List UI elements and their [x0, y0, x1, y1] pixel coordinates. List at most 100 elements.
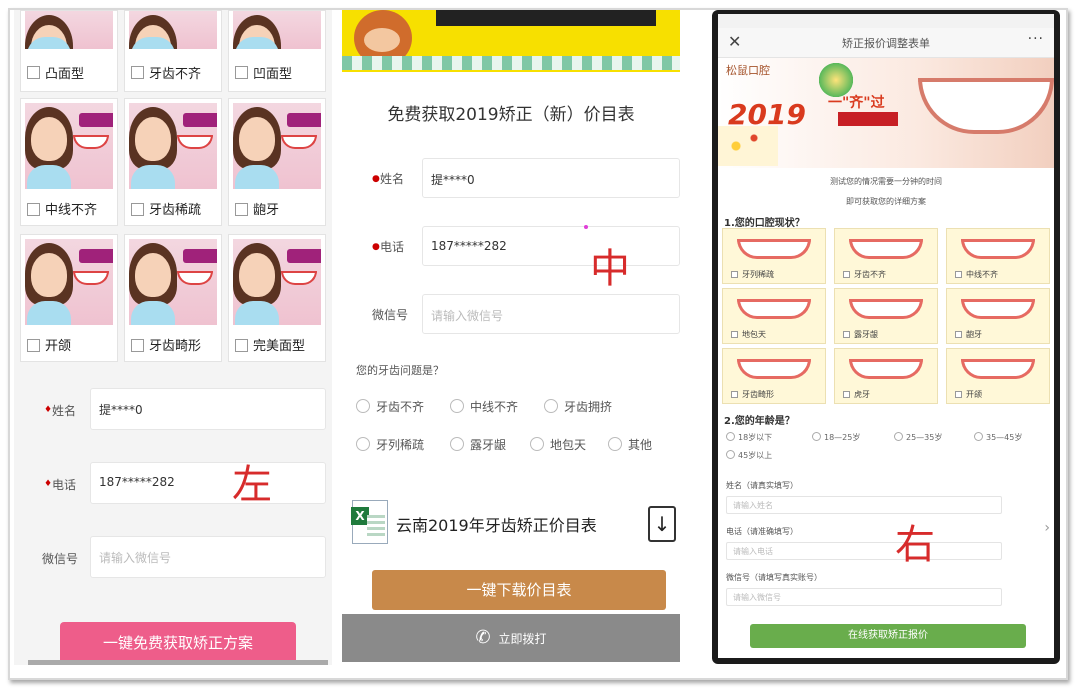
more-icon[interactable]: ···	[1028, 31, 1044, 47]
condition-checkbox[interactable]	[131, 66, 144, 79]
wechat-row: 微信号 请输入微信号	[14, 536, 332, 580]
condition-checkbox[interactable]	[235, 339, 248, 352]
age-radio[interactable]: 25—35岁	[894, 432, 942, 443]
required-mark: ●	[372, 174, 380, 184]
condition-card[interactable]: 虎牙	[834, 348, 938, 404]
condition-card[interactable]: 地包天	[722, 288, 826, 344]
phone-label: 电话（请准确填写）	[726, 527, 798, 536]
age-radio[interactable]: 35—45岁	[974, 432, 1022, 443]
condition-image	[233, 239, 321, 325]
chevron-right-icon[interactable]: ›	[1044, 520, 1050, 536]
option-radio[interactable]: 牙齿拥挤	[544, 398, 612, 415]
phone-label: 电话	[380, 240, 405, 254]
nav-title: 矫正报价调整表单	[842, 37, 930, 50]
condition-card[interactable]: 牙齿稀疏	[124, 98, 222, 226]
name-input[interactable]: 提****0	[422, 158, 680, 198]
phone-screen: ✕ 矫正报价调整表单 ··· 松鼠口腔 2019 一"齐"过 测试您的情况需要一…	[718, 14, 1054, 658]
option-radio[interactable]: 牙列稀疏	[356, 436, 424, 453]
required-mark: ♦	[44, 479, 53, 489]
condition-image	[233, 103, 321, 189]
get-plan-button[interactable]: 一键免费获取矫正方案	[60, 622, 296, 664]
wechat-label: 微信号（请填写真实账号）	[726, 573, 822, 582]
condition-image	[129, 239, 217, 325]
condition-label: 牙齿不齐	[149, 67, 202, 82]
condition-card[interactable]: 露牙龈	[834, 288, 938, 344]
condition-checkbox[interactable]	[131, 339, 144, 352]
call-now-bar[interactable]: ✆ 立即拨打	[342, 614, 680, 662]
file-title: 云南2019年牙齿矫正价目表	[396, 516, 597, 535]
option-radio[interactable]: 中线不齐	[450, 398, 518, 415]
download-price-list-button[interactable]: 一键下载价目表	[372, 570, 666, 610]
condition-card[interactable]: 牙齿不齐	[834, 228, 938, 284]
condition-card[interactable]: 龅牙	[228, 98, 326, 226]
name-label: 姓名（请真实填写）	[726, 481, 798, 490]
condition-card[interactable]: 凸面型	[20, 10, 118, 92]
hero-slogan: 一"齐"过	[828, 95, 885, 111]
condition-image	[129, 103, 217, 189]
wechat-input[interactable]: 请输入微信号	[422, 294, 680, 334]
condition-card[interactable]: 牙齿不齐	[124, 10, 222, 92]
phone-input[interactable]: 请输入电话	[726, 542, 1002, 560]
age-radio[interactable]: 45岁以上	[726, 450, 772, 461]
condition-card[interactable]: 中线不齐	[20, 98, 118, 226]
name-input[interactable]: 提****0	[90, 388, 326, 430]
wechat-label: 微信号	[372, 308, 409, 322]
condition-checkbox[interactable]	[27, 339, 40, 352]
phone-input[interactable]: 187*****282	[422, 226, 680, 266]
condition-card[interactable]: 龅牙	[946, 288, 1050, 344]
left-panel: 凸面型 牙齿不齐 凹面型 中线不齐 牙齿稀疏 龅牙 开颌 牙齿畸形 完美面型 ♦…	[14, 10, 332, 665]
condition-checkbox[interactable]	[131, 203, 144, 216]
condition-label: 牙齿稀疏	[149, 203, 202, 218]
age-radio[interactable]: 18—25岁	[812, 432, 860, 443]
option-radio[interactable]: 露牙龈	[450, 436, 506, 453]
middle-panel: 免费获取2019矫正（新）价目表 ● 姓名 提****0 ● 电话 187***…	[342, 10, 680, 662]
status-bar	[718, 14, 1054, 28]
price-list-file[interactable]: X 云南2019年牙齿矫正价目表 ↓	[351, 500, 678, 546]
condition-card[interactable]: 开颌	[20, 234, 118, 362]
condition-card[interactable]: 完美面型	[228, 234, 326, 362]
get-quote-button[interactable]: 在线获取矫正报价	[750, 624, 1026, 648]
condition-image	[25, 11, 113, 49]
condition-label: 开颌	[45, 339, 72, 354]
condition-checkbox[interactable]	[235, 203, 248, 216]
promo-banner	[342, 10, 680, 72]
pink-dot	[584, 225, 588, 229]
question-2: 2.您的年龄是？	[724, 416, 795, 427]
option-radio[interactable]: 牙齿不齐	[356, 398, 424, 415]
option-radio[interactable]: 其他	[608, 436, 652, 453]
name-row: ♦ 姓名 提****0	[14, 388, 332, 432]
condition-image	[129, 11, 217, 49]
option-radio[interactable]: 地包天	[530, 436, 586, 453]
hero-banner: 松鼠口腔 2019 一"齐"过	[718, 58, 1054, 168]
phone-label: 电话	[52, 478, 77, 492]
condition-card[interactable]: 开颌	[946, 348, 1050, 404]
middle-marker: 中	[590, 246, 630, 292]
condition-card[interactable]: 牙齿畸形	[124, 234, 222, 362]
condition-card[interactable]: 凹面型	[228, 10, 326, 92]
name-label: 姓名	[380, 172, 405, 186]
download-arrow-icon[interactable]: ↓	[648, 506, 676, 542]
condition-card[interactable]: 中线不齐	[946, 228, 1050, 284]
condition-image	[25, 239, 113, 325]
smile-image	[918, 78, 1054, 134]
condition-label: 龅牙	[253, 203, 280, 218]
page-title: 免费获取2019矫正（新）价目表	[387, 105, 635, 125]
condition-checkbox[interactable]	[27, 66, 40, 79]
phone-input[interactable]: 187*****282	[90, 462, 326, 504]
fireworks-image	[718, 126, 778, 166]
excel-file-icon: X	[351, 500, 388, 544]
wechat-input[interactable]: 请输入微信号	[90, 536, 326, 578]
intro-line-1: 测试您的情况需要一分钟的时间	[830, 177, 942, 186]
condition-card[interactable]: 牙列稀疏	[722, 228, 826, 284]
required-mark: ♦	[44, 405, 53, 415]
nav-bar: ✕ 矫正报价调整表单 ···	[718, 28, 1054, 58]
condition-checkbox[interactable]	[27, 203, 40, 216]
wechat-input[interactable]: 请输入微信号	[726, 588, 1002, 606]
question-1: 1.您的口腔现状？	[724, 218, 805, 229]
brand-logo: 松鼠口腔	[726, 64, 770, 77]
name-input[interactable]: 请输入姓名	[726, 496, 1002, 514]
phone-frame: ✕ 矫正报价调整表单 ··· 松鼠口腔 2019 一"齐"过 测试您的情况需要一…	[712, 10, 1060, 664]
condition-card[interactable]: 牙齿畸形	[722, 348, 826, 404]
condition-checkbox[interactable]	[235, 66, 248, 79]
age-radio[interactable]: 18岁以下	[726, 432, 772, 443]
